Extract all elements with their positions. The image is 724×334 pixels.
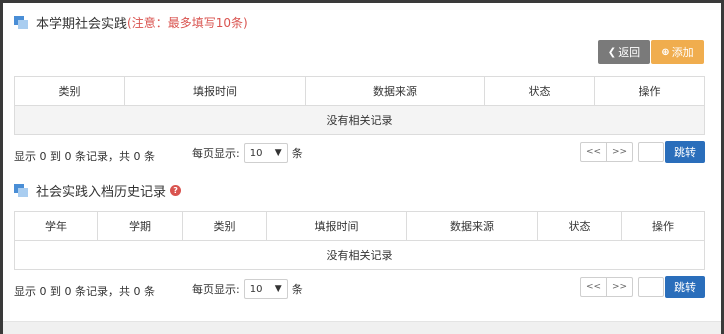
- column-header[interactable]: 填报时间: [266, 211, 407, 241]
- current-practice-table: 类别 填报时间 数据来源 状态 操作 没有相关记录: [14, 76, 705, 135]
- per-page-select[interactable]: 10 ▼: [243, 143, 288, 163]
- back-button[interactable]: ❮ 返回: [598, 40, 650, 64]
- jump-button[interactable]: 跳转: [665, 141, 705, 163]
- section-title-text: 社会实践入档历史记录: [36, 185, 167, 200]
- table-row: 没有相关记录: [14, 240, 705, 270]
- jump-button[interactable]: 跳转: [665, 276, 705, 298]
- section-title-text: 本学期社会实践: [36, 17, 128, 32]
- window-frame-top: [0, 0, 724, 3]
- chevron-left-icon: ❮: [607, 46, 617, 58]
- page-number-input[interactable]: [638, 277, 664, 297]
- per-page-label: 每页显示:: [192, 147, 240, 160]
- section-title-history: 社会实践入档历史记录 ?: [14, 181, 182, 200]
- prev-page-button[interactable]: <<: [581, 278, 606, 296]
- column-header[interactable]: 状态: [484, 76, 595, 106]
- column-header[interactable]: 学年: [14, 211, 98, 241]
- table-row: 没有相关记录: [14, 105, 705, 135]
- chevron-down-icon: ▼: [274, 148, 282, 158]
- add-button[interactable]: ⊕ 添加: [651, 40, 704, 64]
- column-header[interactable]: 数据来源: [406, 211, 538, 241]
- pager-info: 显示 0 到 0 条记录，共 0 条: [14, 285, 155, 298]
- page-nav: << >>: [580, 277, 633, 297]
- history-table: 学年 学期 类别 填报时间 数据来源 状态 操作 没有相关记录: [14, 211, 705, 270]
- add-button-label: 添加: [671, 46, 694, 59]
- per-page-select[interactable]: 10 ▼: [243, 279, 288, 299]
- column-header[interactable]: 类别: [14, 76, 125, 106]
- column-header[interactable]: 填报时间: [124, 76, 306, 106]
- per-page-value: 10: [249, 147, 263, 159]
- limit-note: (注意：最多填写10条): [127, 16, 248, 30]
- column-header[interactable]: 操作: [621, 211, 705, 241]
- window-frame-left: [0, 0, 3, 334]
- section-title-current: 本学期社会实践 (注意：最多填写10条): [14, 13, 248, 32]
- per-page-suffix: 条: [291, 283, 303, 296]
- page-number-input[interactable]: [638, 142, 664, 162]
- back-button-label: 返回: [618, 46, 641, 59]
- column-header[interactable]: 数据来源: [305, 76, 485, 106]
- column-header[interactable]: 操作: [594, 76, 705, 106]
- next-page-button[interactable]: >>: [606, 278, 632, 296]
- empty-message: 没有相关记录: [14, 240, 705, 270]
- per-page-value: 10: [249, 283, 263, 295]
- page-nav: << >>: [580, 142, 633, 162]
- prev-page-button[interactable]: <<: [581, 143, 606, 161]
- chevron-down-icon: ▼: [274, 284, 282, 294]
- cube-icon: [14, 184, 28, 197]
- plus-circle-icon: ⊕: [661, 46, 670, 58]
- per-page-label: 每页显示:: [192, 283, 240, 296]
- next-page-button[interactable]: >>: [606, 143, 632, 161]
- page-footer-band: [3, 321, 721, 334]
- table-header-row: 学年 学期 类别 填报时间 数据来源 状态 操作: [14, 211, 705, 241]
- column-header[interactable]: 学期: [97, 211, 183, 241]
- column-header[interactable]: 状态: [537, 211, 622, 241]
- per-page-suffix: 条: [291, 147, 303, 160]
- per-page-control: 每页显示: 10 ▼ 条: [192, 279, 303, 299]
- pager-info: 显示 0 到 0 条记录，共 0 条: [14, 150, 155, 163]
- question-circle-icon[interactable]: ?: [170, 185, 182, 196]
- column-header[interactable]: 类别: [182, 211, 267, 241]
- empty-message: 没有相关记录: [14, 105, 705, 135]
- cube-icon: [14, 16, 28, 29]
- per-page-control: 每页显示: 10 ▼ 条: [192, 143, 303, 163]
- table-header-row: 类别 填报时间 数据来源 状态 操作: [14, 76, 705, 106]
